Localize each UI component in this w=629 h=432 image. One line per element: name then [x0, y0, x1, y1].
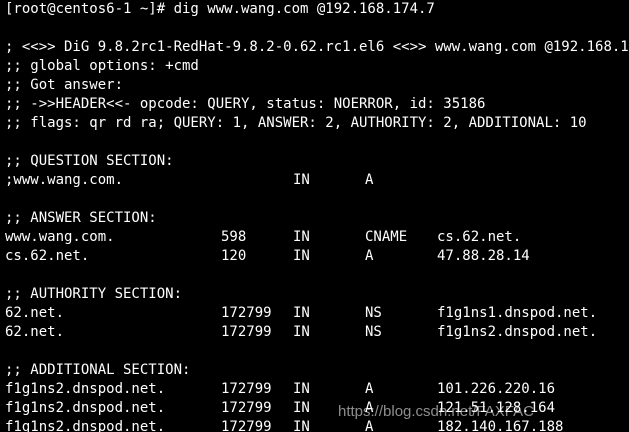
record-name: www.wang.com.	[5, 229, 115, 245]
question-row: ;www.wang.com. IN A	[5, 171, 373, 190]
record-ttl: 172799	[221, 381, 272, 397]
record-class: IN	[293, 305, 310, 321]
record-name: f1g1ns2.dnspod.net.	[5, 381, 166, 397]
additional-row: f1g1ns2.dnspod.net. 172799 IN A 101.226.…	[5, 380, 555, 399]
record-data: f1g1ns1.dnspod.net.	[437, 305, 598, 321]
record-ttl: 598	[221, 229, 247, 245]
record-class: IN	[293, 229, 310, 245]
additional-row: f1g1ns2.dnspod.net. 172799 IN A 182.140.…	[5, 418, 563, 432]
header-status-line: ;; ->>HEADER<<- opcode: QUERY, status: N…	[5, 96, 486, 112]
record-class: IN	[293, 381, 310, 397]
record-type: CNAME	[365, 229, 408, 245]
record-ttl: 120	[221, 248, 247, 264]
global-options-line: ;; global options: +cmd	[5, 58, 199, 74]
record-data: cs.62.net.	[437, 229, 522, 245]
authority-row: 62.net. 172799 IN NS f1g1ns2.dnspod.net.	[5, 323, 597, 342]
record-ttl: 172799	[221, 305, 272, 321]
question-section-title: ;; QUESTION SECTION:	[5, 153, 174, 169]
got-answer-line: ;; Got answer:	[5, 77, 124, 93]
authority-row: 62.net. 172799 IN NS f1g1ns1.dnspod.net.	[5, 304, 597, 323]
record-ttl: 172799	[221, 400, 272, 416]
record-data: 101.226.220.16	[437, 381, 556, 397]
record-class: IN	[293, 248, 310, 264]
flags-line: ;; flags: qr rd ra; QUERY: 1, ANSWER: 2,…	[5, 115, 587, 131]
record-class: IN	[293, 400, 310, 416]
authority-section-title: ;; AUTHORITY SECTION:	[5, 286, 183, 302]
answer-section-title: ;; ANSWER SECTION:	[5, 210, 157, 226]
record-class: IN	[293, 419, 310, 432]
record-class: IN	[293, 324, 310, 340]
answer-row: www.wang.com. 598 IN CNAME cs.62.net.	[5, 228, 521, 247]
record-name: ;www.wang.com.	[5, 172, 124, 188]
record-ttl: 172799	[221, 419, 272, 432]
record-data: f1g1ns2.dnspod.net.	[437, 324, 598, 340]
terminal-output[interactable]: [root@centos6-1 ~]# dig www.wang.com @19…	[5, 0, 629, 432]
record-class: IN	[293, 172, 310, 188]
additional-section-title: ;; ADDITIONAL SECTION:	[5, 362, 191, 378]
record-type: NS	[365, 305, 382, 321]
record-name: f1g1ns2.dnspod.net.	[5, 419, 166, 432]
record-ttl: 172799	[221, 324, 272, 340]
record-type: NS	[365, 324, 382, 340]
record-name: 62.net.	[5, 305, 65, 321]
record-name: f1g1ns2.dnspod.net.	[5, 400, 166, 416]
record-data: 47.88.28.14	[437, 248, 530, 264]
blog-watermark: https://blog.csdn.net/FAXFAC	[338, 403, 534, 420]
dig-version-line: ; <<>> DiG 9.8.2rc1-RedHat-9.8.2-0.62.rc…	[5, 39, 629, 55]
shell-prompt-line: [root@centos6-1 ~]# dig www.wang.com @19…	[5, 1, 435, 17]
record-type: A	[365, 248, 374, 264]
record-name: cs.62.net.	[5, 248, 90, 264]
record-type: A	[365, 172, 374, 188]
record-type: A	[365, 381, 374, 397]
additional-row: f1g1ns2.dnspod.net. 172799 IN A 121.51.1…	[5, 399, 555, 418]
answer-row: cs.62.net. 120 IN A 47.88.28.14	[5, 247, 530, 266]
record-name: 62.net.	[5, 324, 65, 340]
